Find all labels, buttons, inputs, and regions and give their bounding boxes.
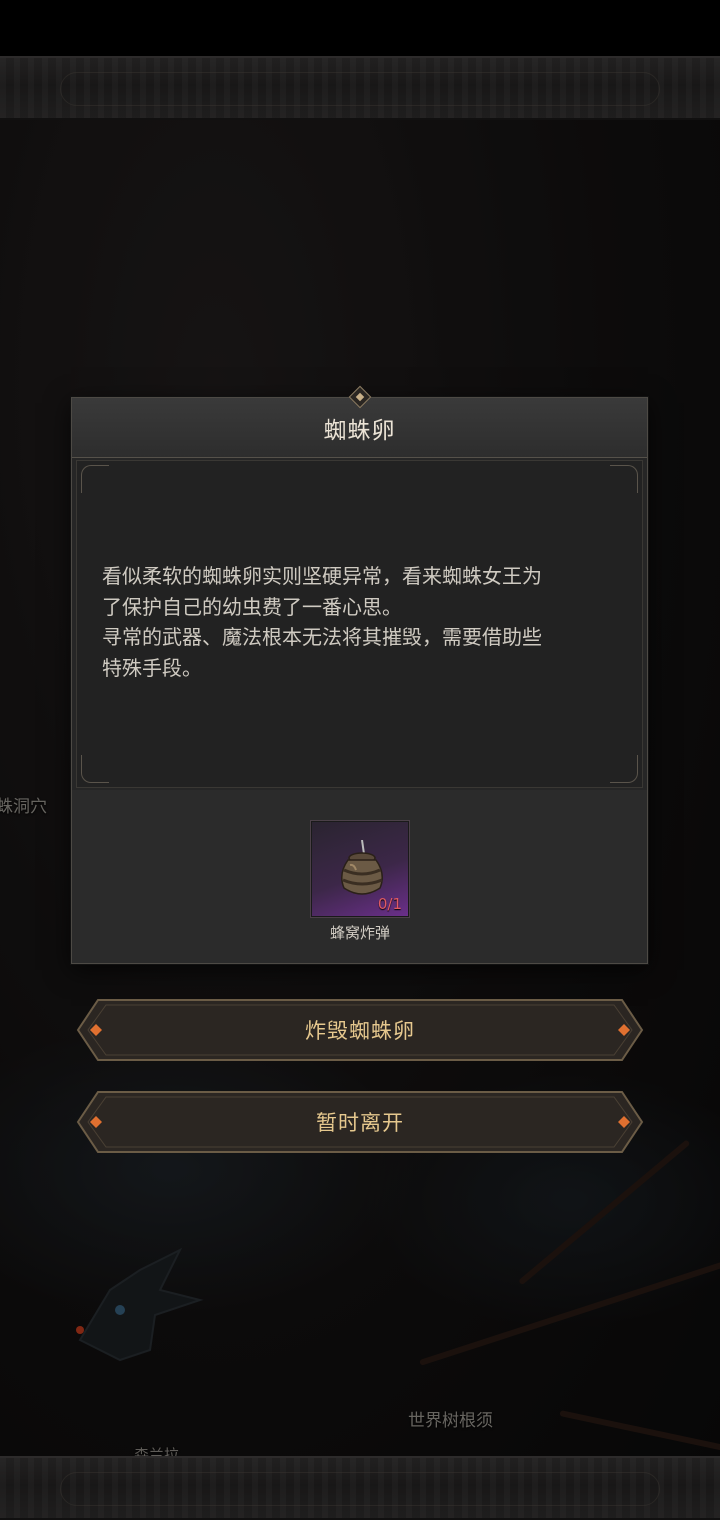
description-line: 特殊手段。 (102, 655, 202, 680)
required-item-slot[interactable]: 0/1 (310, 820, 410, 918)
leave-label: 暂时离开 (316, 1111, 404, 1135)
description-line: 了保护自己的幼虫费了一番心思。 (102, 594, 402, 619)
destroy-egg-button[interactable]: 炸毁蜘蛛卵 (76, 998, 644, 1062)
dialog-description: 看似柔软的蜘蛛卵实则坚硬异常，看来蜘蛛女王为 了保护自己的幼虫费了一番心思。 寻… (102, 561, 622, 683)
leave-button[interactable]: 暂时离开 (76, 1090, 644, 1154)
required-item-name: 蜂窝炸弹 (329, 924, 390, 942)
honeycomb-bomb-icon (341, 840, 383, 895)
item-count: 0/1 (377, 895, 402, 913)
description-line: 寻常的武器、魔法根本无法将其摧毁，需要借助些 (102, 625, 542, 649)
dialog-title: 蜘蛛卵 (323, 417, 396, 444)
corner-ornament (610, 755, 638, 783)
corner-ornament (81, 755, 109, 783)
dialog-body: 看似柔软的蜘蛛卵实则坚硬异常，看来蜘蛛女王为 了保护自己的幼虫费了一番心思。 寻… (76, 460, 643, 788)
description-line: 看似柔软的蜘蛛卵实则坚硬异常，看来蜘蛛女王为 (102, 564, 542, 588)
required-items-area: 0/1 蜂窝炸弹 (72, 790, 647, 963)
event-dialog: 蜘蛛卵 看似柔软的蜘蛛卵实则坚硬异常，看来蜘蛛女王为 了保护自己的幼虫费了一番心… (71, 397, 648, 964)
destroy-egg-label: 炸毁蜘蛛卵 (305, 1019, 415, 1043)
corner-ornament (81, 465, 109, 493)
corner-ornament (610, 465, 638, 493)
